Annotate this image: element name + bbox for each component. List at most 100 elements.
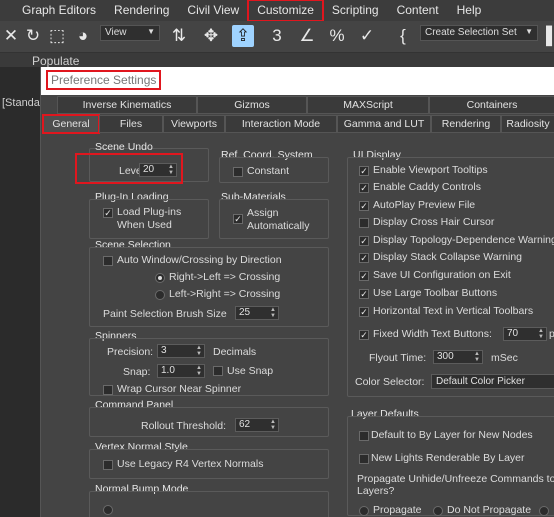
select-region-icon[interactable]: ⬚ [46, 25, 68, 47]
dialog-title: Preference Settings [45, 70, 162, 90]
spinner-arrows-icon: ▲ ▼ [270, 307, 276, 319]
selection-set-placeholder: Create Selection Set [425, 27, 517, 38]
viewport[interactable]: [Standa [0, 67, 40, 517]
load-plugins-label: Load Plug-ins [117, 206, 182, 218]
assign-automatically-checkbox[interactable]: ✓ [233, 214, 243, 224]
caddy-label: Enable Caddy Controls [373, 181, 481, 193]
propagate-radio[interactable] [359, 506, 369, 516]
caddy-checkbox[interactable]: ✓ [359, 183, 369, 193]
use-snap-label: Use Snap [227, 365, 274, 377]
tooltips-checkbox[interactable]: ✓ [359, 166, 369, 176]
menu-content[interactable]: Content [388, 0, 448, 21]
color-selector-label: Color Selector: [355, 376, 425, 388]
move-icon[interactable]: ✥ [200, 25, 222, 47]
propagate-label: Propagate [373, 504, 422, 516]
viewport-label[interactable]: [Standa [2, 97, 40, 109]
brush-size-label: Paint Selection Brush Size [103, 308, 227, 320]
fixed-width-checkbox[interactable]: ✓ [359, 330, 369, 340]
left-right-label: Left->Right => Crossing [169, 288, 281, 300]
tab-interaction-mode[interactable]: Interaction Mode [225, 115, 337, 133]
topology-warning-checkbox[interactable]: ✓ [359, 236, 369, 246]
use-snap-checkbox[interactable] [213, 366, 223, 376]
snap-spinner[interactable]: 1.0 ▲ ▼ [157, 364, 205, 378]
chevron-down-icon: ▼ [525, 27, 533, 36]
spinner-snap-icon[interactable]: ✓ [356, 25, 378, 47]
menu-bar: Graph Editors Rendering Civil View Custo… [0, 0, 554, 22]
select-move-icon[interactable]: ⇪ [232, 25, 254, 47]
default-bylayer-checkbox[interactable] [359, 431, 369, 441]
brush-size-value: 25 [239, 307, 251, 318]
spinner-arrows-icon: ▲ ▼ [196, 365, 202, 377]
flyout-unit: mSec [491, 352, 518, 364]
assign-label-2: Automatically [247, 220, 310, 232]
percent-snap-icon[interactable]: % [326, 25, 348, 47]
paint-select-icon[interactable]: ◕ [72, 25, 94, 47]
populate-tab[interactable]: Populate [32, 54, 79, 68]
save-ui-checkbox[interactable]: ✓ [359, 271, 369, 281]
right-left-radio[interactable] [155, 273, 165, 283]
menu-graph-editors[interactable]: Graph Editors [0, 0, 105, 21]
large-toolbar-checkbox[interactable]: ✓ [359, 289, 369, 299]
crosshair-checkbox[interactable] [359, 218, 369, 228]
brush-size-spinner[interactable]: 25 ▲ ▼ [235, 306, 279, 320]
levels-highlight [75, 153, 183, 184]
legacy-normals-label: Use Legacy R4 Vertex Normals [117, 458, 264, 470]
menu-customize[interactable]: Customize [247, 0, 324, 22]
menu-civil-view[interactable]: Civil View [178, 0, 248, 21]
new-lights-checkbox[interactable] [359, 454, 369, 464]
autoplay-label: AutoPlay Preview File [373, 199, 476, 211]
tab-general[interactable]: General [42, 114, 100, 134]
tab-radiosity[interactable]: Radiosity [501, 115, 554, 133]
horizontal-text-checkbox[interactable]: ✓ [359, 307, 369, 317]
scene-undo-header: Scene Undo [95, 141, 153, 153]
ribbon-bar [0, 53, 554, 67]
tab-gizmos[interactable]: Gizmos [197, 96, 307, 114]
rollout-threshold-value: 62 [239, 419, 251, 430]
do-not-propagate-radio[interactable] [433, 506, 443, 516]
fixed-width-spinner[interactable]: 70 ▲ ▼ [503, 327, 547, 341]
tab-rendering[interactable]: Rendering [431, 115, 501, 133]
menu-scripting[interactable]: Scripting [323, 0, 388, 21]
spinner-arrows-icon: ▲ ▼ [474, 351, 480, 363]
new-lights-label: New Lights Renderable By Layer [371, 452, 525, 464]
rollout-threshold-spinner[interactable]: 62 ▲ ▼ [235, 418, 279, 432]
horizontal-text-label: Horizontal Text in Vertical Toolbars [373, 305, 534, 317]
color-selector-dropdown[interactable]: Default Color Picker [431, 374, 554, 389]
tab-inverse-kinematics[interactable]: Inverse Kinematics [57, 96, 197, 114]
menu-rendering[interactable]: Rendering [105, 0, 178, 21]
propagate-question: Propagate Unhide/Unfreeze Commands to [357, 473, 554, 485]
flyout-time-spinner[interactable]: 300 ▲ ▼ [433, 350, 483, 364]
constant-checkbox[interactable] [233, 167, 243, 177]
close-icon[interactable]: ✕ [0, 25, 22, 47]
extra-radio[interactable] [539, 506, 549, 516]
constant-label: Constant [247, 165, 290, 177]
menu-help[interactable]: Help [448, 0, 491, 21]
left-right-radio[interactable] [155, 290, 165, 300]
tab-viewports[interactable]: Viewports [163, 115, 225, 133]
pivot-icon[interactable]: ⇅ [168, 25, 190, 47]
tab-containers[interactable]: Containers [429, 96, 554, 114]
redo-icon[interactable]: ↻ [22, 25, 44, 47]
stack-collapse-checkbox[interactable]: ✓ [359, 253, 369, 263]
load-plugins-checkbox[interactable]: ✓ [103, 208, 113, 218]
tab-gamma-lut[interactable]: Gamma and LUT [337, 115, 431, 133]
fixed-width-value: 70 [507, 328, 519, 339]
legacy-normals-checkbox[interactable] [103, 460, 113, 470]
normal-bump-radio[interactable] [103, 505, 113, 515]
selection-set-dropdown[interactable]: Create Selection Set ▼ [420, 25, 538, 41]
tab-maxscript[interactable]: MAXScript [307, 96, 429, 114]
autoplay-checkbox[interactable]: ✓ [359, 201, 369, 211]
flyout-time-value: 300 [437, 351, 454, 362]
assign-label: Assign [247, 207, 279, 219]
wrap-cursor-checkbox[interactable] [103, 385, 113, 395]
angle-snap-icon[interactable]: ∠ [296, 25, 318, 47]
auto-window-checkbox[interactable] [103, 256, 113, 266]
mirror-icon[interactable]: ▐ [538, 25, 554, 47]
view-dropdown[interactable]: View ▼ [100, 25, 160, 41]
normal-bump-group [89, 491, 329, 517]
tab-files[interactable]: Files [99, 115, 163, 133]
snap-3d-icon[interactable]: 3 [266, 25, 288, 47]
precision-spinner[interactable]: 3 ▲ ▼ [157, 344, 205, 358]
named-selection-icon[interactable]: { [392, 25, 414, 47]
precision-value: 3 [161, 345, 167, 356]
